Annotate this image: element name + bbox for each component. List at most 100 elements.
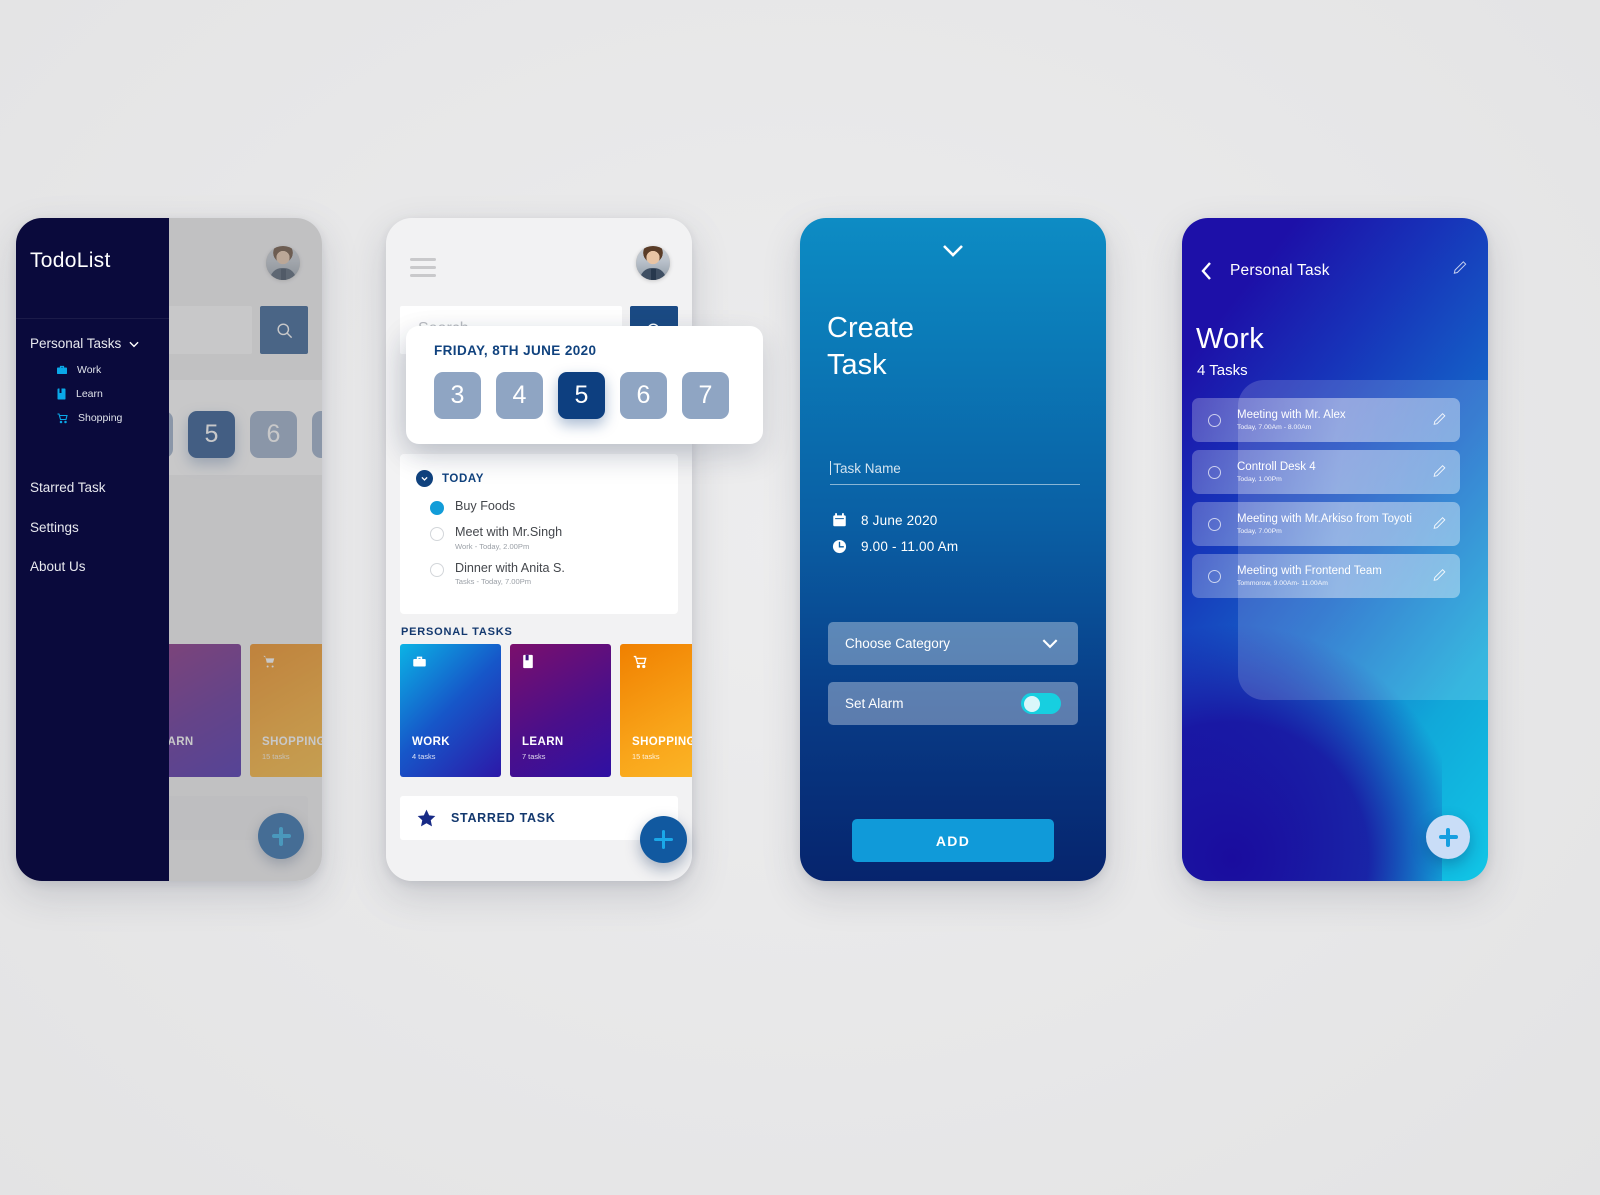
- add-button[interactable]: ADD: [852, 819, 1054, 862]
- page-title: Create Task: [827, 310, 914, 383]
- task-count: 4 Tasks: [1197, 362, 1248, 379]
- day-chip-7[interactable]: 7: [682, 372, 729, 419]
- choose-category-select[interactable]: Choose Category: [828, 622, 1078, 665]
- category-card-work[interactable]: WORK 4 tasks: [400, 644, 501, 777]
- date-popover-title: FRIDAY, 8TH JUNE 2020: [434, 343, 597, 358]
- clock-icon: [832, 539, 847, 554]
- phone-create-task: Create Task Task Name 8 June 2020 9.00 -…: [800, 218, 1106, 881]
- pencil-icon[interactable]: [1432, 463, 1447, 484]
- page-title-line1: Create: [827, 312, 915, 344]
- sidebar-item-starred-task[interactable]: Starred Task: [30, 480, 106, 495]
- task-name-placeholder: Task Name: [833, 461, 901, 476]
- task-meta: 8 June 2020 9.00 - 11.00 Am: [832, 512, 958, 565]
- day-chip-6[interactable]: 6: [620, 372, 667, 419]
- category-count: 4 tasks: [412, 752, 436, 761]
- screen4-topbar: Personal Task: [1200, 258, 1470, 284]
- phone-home: Search TODAY: [386, 218, 692, 881]
- task-name: Meeting with Mr. Alex: [1237, 409, 1346, 422]
- cart-icon: [632, 654, 648, 674]
- text-caret: [830, 461, 832, 475]
- briefcase-icon: [412, 654, 427, 674]
- task-checkbox[interactable]: [430, 527, 444, 541]
- pencil-icon[interactable]: [1432, 515, 1447, 536]
- task-checkbox[interactable]: [430, 501, 444, 515]
- list-item[interactable]: Dinner with Anita S. Tasks - Today, 7.00…: [430, 560, 662, 586]
- choose-category-label: Choose Category: [845, 636, 951, 651]
- sidebar-item-work[interactable]: Work: [56, 364, 159, 376]
- today-card: TODAY Buy Foods Meet with Mr.Singh Work …: [400, 454, 678, 615]
- task-checkbox[interactable]: [430, 562, 444, 577]
- time-row[interactable]: 9.00 - 11.00 Am: [832, 539, 958, 554]
- sidebar-item-learn[interactable]: Learn: [56, 388, 159, 400]
- category-card-learn[interactable]: LEARN 7 tasks: [510, 644, 611, 777]
- task-sub: Work - Today, 2.00Pm: [455, 541, 530, 551]
- table-row[interactable]: Controll Desk 4 Today, 1.00Pm: [1192, 450, 1460, 494]
- day-chip-5-selected[interactable]: 5: [558, 372, 605, 419]
- collapse-button[interactable]: [938, 240, 968, 265]
- pencil-icon[interactable]: [1452, 259, 1468, 281]
- day-chip-4[interactable]: 4: [496, 372, 543, 419]
- book-icon: [522, 654, 534, 674]
- set-alarm-row[interactable]: Set Alarm: [828, 682, 1078, 725]
- day-chip-3[interactable]: 3: [434, 372, 481, 419]
- briefcase-icon: [57, 365, 67, 374]
- phone-task-list: Personal Task Work 4 Tasks Meeting with …: [1182, 218, 1488, 881]
- chevron-down-icon[interactable]: [127, 337, 141, 351]
- task-name: Controll Desk 4: [1237, 461, 1316, 474]
- table-row[interactable]: Meeting with Frontend Team Tommorow, 9.0…: [1192, 554, 1460, 598]
- sidebar-item-shopping[interactable]: Shopping: [56, 412, 159, 424]
- task-checkbox[interactable]: [1208, 413, 1221, 427]
- cart-icon: [57, 413, 68, 424]
- pencil-icon[interactable]: [1432, 411, 1447, 432]
- list-item[interactable]: Buy Foods: [430, 499, 662, 515]
- task-checkbox[interactable]: [1208, 517, 1221, 531]
- canvas: 34 567 LEARN SHOPPING 15 tasks: [0, 0, 1600, 1195]
- today-header[interactable]: TODAY: [416, 470, 662, 487]
- chevron-down-icon: [943, 245, 963, 257]
- sidebar-sub-label: Work: [77, 364, 102, 376]
- date-row[interactable]: 8 June 2020: [832, 512, 958, 528]
- pencil-icon[interactable]: [1432, 567, 1447, 588]
- sidebar-item-settings[interactable]: Settings: [30, 520, 79, 535]
- starred-task-row[interactable]: STARRED TASK: [400, 796, 678, 840]
- calendar-icon: [833, 513, 846, 527]
- hamburger-icon[interactable]: [410, 258, 436, 277]
- sidebar-item-personal-tasks[interactable]: Personal Tasks: [30, 336, 159, 351]
- breadcrumb: Personal Task: [1230, 262, 1330, 279]
- table-row[interactable]: Meeting with Mr.Arkiso from Toyoti Today…: [1192, 502, 1460, 546]
- add-task-fab[interactable]: [1426, 815, 1470, 859]
- chevron-left-icon[interactable]: [1200, 261, 1214, 281]
- task-name: Dinner with Anita S.: [455, 560, 565, 575]
- category-name: SHOPPING: [632, 736, 692, 748]
- list-item[interactable]: Meet with Mr.Singh Work - Today, 2.00Pm: [430, 525, 662, 551]
- page-title: Work: [1196, 323, 1264, 355]
- set-alarm-label: Set Alarm: [845, 696, 904, 711]
- category-card-shopping[interactable]: SHOPPING 15 tasks: [620, 644, 692, 777]
- set-alarm-toggle[interactable]: [1021, 693, 1061, 714]
- drawer-nav: Personal Tasks Work Learn Shopping: [30, 336, 159, 436]
- chevron-down-icon: [1042, 639, 1058, 649]
- section-title-personal-tasks: PERSONAL TASKS: [401, 626, 513, 638]
- nav-drawer: TodoList Personal Tasks Work Learn Shopp…: [16, 218, 169, 881]
- category-count: 15 tasks: [632, 752, 660, 761]
- sidebar-item-about-us[interactable]: About Us: [30, 559, 86, 574]
- add-task-fab[interactable]: [640, 816, 687, 863]
- category-name: WORK: [412, 736, 451, 748]
- task-name: Buy Foods: [455, 499, 516, 513]
- avatar[interactable]: [636, 246, 670, 280]
- day-selector: 3 4 5 6 7: [434, 372, 763, 419]
- task-checkbox[interactable]: [1208, 465, 1221, 479]
- task-checkbox[interactable]: [1208, 569, 1221, 583]
- task-sub: Today, 7.00Am - 8.00Am: [1237, 423, 1312, 431]
- task-name-field[interactable]: Task Name: [830, 460, 1080, 485]
- phone-menu-drawer: 34 567 LEARN SHOPPING 15 tasks: [16, 218, 322, 881]
- category-cards: WORK 4 tasks LEARN 7 tasks SHOPPING 15 t…: [400, 644, 692, 777]
- task-list: Meeting with Mr. Alex Today, 7.00Am - 8.…: [1192, 398, 1460, 606]
- task-sub: Today, 1.00Pm: [1237, 475, 1282, 483]
- page-title-line2: Task: [827, 348, 887, 381]
- screen2-topbar: [386, 246, 692, 294]
- table-row[interactable]: Meeting with Mr. Alex Today, 7.00Am - 8.…: [1192, 398, 1460, 442]
- time-value: 9.00 - 11.00 Am: [861, 539, 959, 554]
- starred-task-label: STARRED TASK: [451, 811, 556, 825]
- chevron-down-icon[interactable]: [416, 470, 433, 487]
